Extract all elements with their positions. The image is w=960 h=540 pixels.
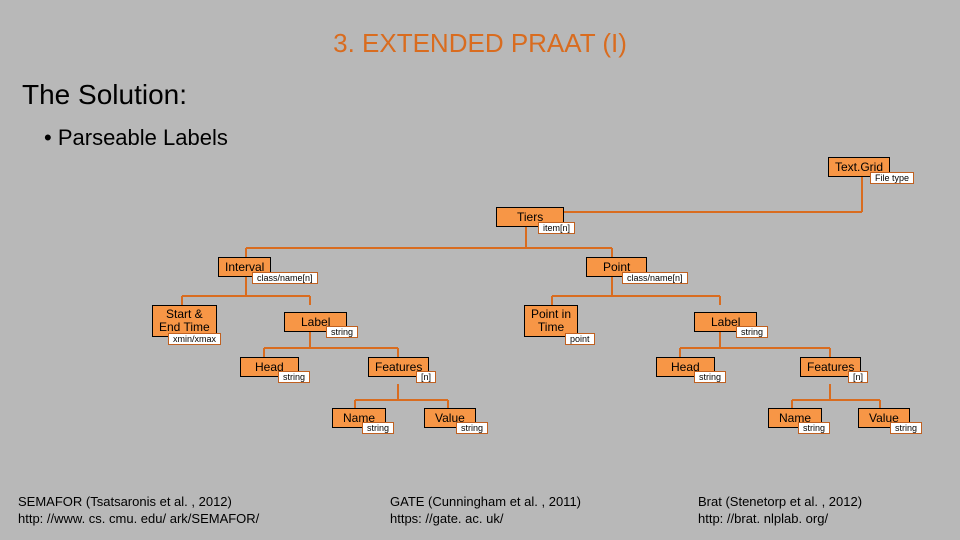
- tag-label-left: string: [326, 326, 358, 338]
- footer-gate: GATE (Cunningham et al. , 2011) https: /…: [390, 493, 581, 528]
- footer-brat: Brat (Stenetorp et al. , 2012) http: //b…: [698, 493, 862, 528]
- tag-head-left: string: [278, 371, 310, 383]
- slide-subtitle: The Solution:: [0, 59, 960, 111]
- footer-semafor-line2: http: //www. cs. cmu. edu/ ark/SEMAFOR/: [18, 511, 259, 526]
- tag-start-end-time: xmin/xmax: [168, 333, 221, 345]
- footer-brat-line1: Brat (Stenetorp et al. , 2012): [698, 494, 862, 509]
- bullet-parseable-labels: Parseable Labels: [0, 111, 960, 151]
- node-point-in-time-line2: Time: [538, 320, 564, 334]
- tag-value-right: string: [890, 422, 922, 434]
- tag-name-left: string: [362, 422, 394, 434]
- tag-textgrid: File type: [870, 172, 914, 184]
- tag-head-right: string: [694, 371, 726, 383]
- footer-semafor-line1: SEMAFOR (Tsatsaronis et al. , 2012): [18, 494, 232, 509]
- footer-gate-line1: GATE (Cunningham et al. , 2011): [390, 494, 581, 509]
- tag-tiers: item[n]: [538, 222, 575, 234]
- tag-name-right: string: [798, 422, 830, 434]
- tag-point-branch: class/name[n]: [622, 272, 688, 284]
- node-point-in-time-line1: Point in: [531, 307, 571, 321]
- footer-gate-line2: https: //gate. ac. uk/: [390, 511, 503, 526]
- footer-semafor: SEMAFOR (Tsatsaronis et al. , 2012) http…: [18, 493, 259, 528]
- tag-features-right: [n]: [848, 371, 868, 383]
- tag-label-right: string: [736, 326, 768, 338]
- slide-title: 3. EXTENDED PRAAT (I): [0, 0, 960, 59]
- node-start-end-line1: Start &: [166, 307, 203, 321]
- tag-value-left: string: [456, 422, 488, 434]
- tag-features-left: [n]: [416, 371, 436, 383]
- footer-brat-line2: http: //brat. nlplab. org/: [698, 511, 828, 526]
- tag-interval: class/name[n]: [252, 272, 318, 284]
- tag-point-in-time: point: [565, 333, 595, 345]
